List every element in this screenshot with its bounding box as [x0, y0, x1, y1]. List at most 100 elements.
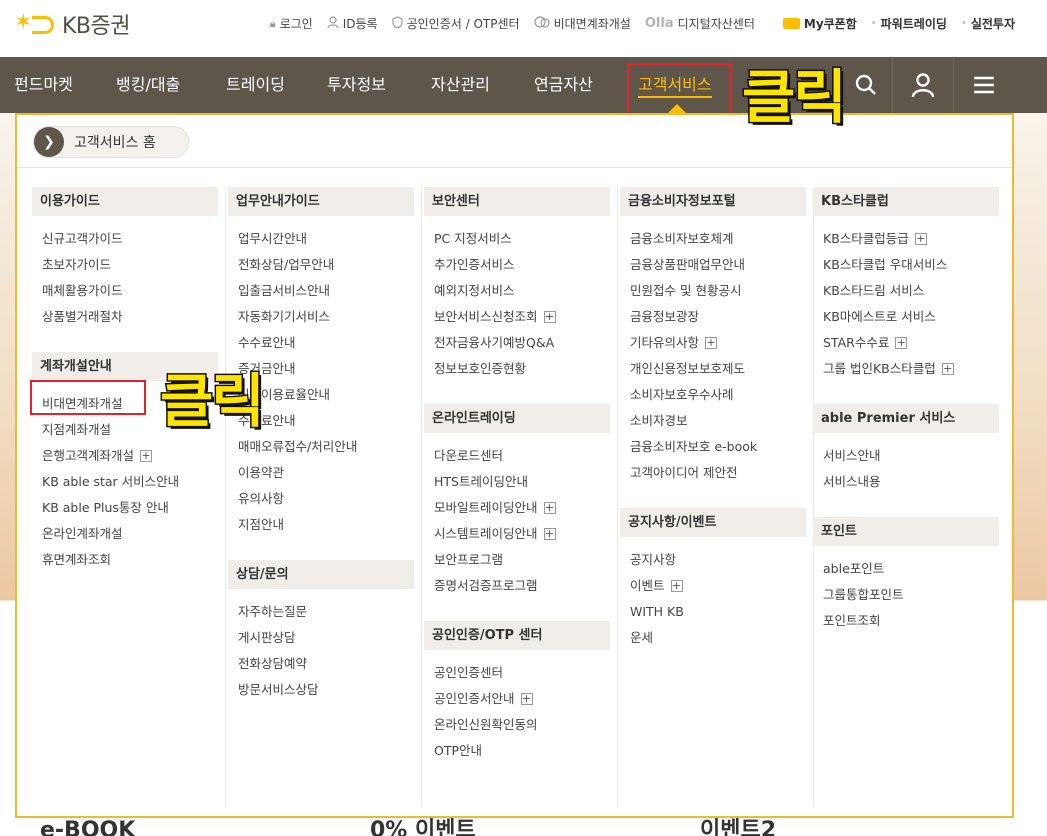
menu-item[interactable]: KB able star 서비스안내 [42, 469, 218, 495]
category-able-premier[interactable]: able Premier 서비스 [813, 404, 999, 433]
menu-item[interactable]: 금융소비자보호체계 [630, 226, 806, 252]
nav-banking-loan[interactable]: 뱅킹/대출 [116, 57, 180, 113]
menu-item[interactable]: 방문서비스상담 [238, 677, 414, 703]
category-online-trading[interactable]: 온라인트레이딩 [424, 404, 610, 433]
menu-item[interactable]: 전자금융사기예방Q&A [434, 330, 610, 356]
nav-asset-mgmt[interactable]: 자산관리 [431, 57, 490, 113]
menu-item[interactable]: 금융정보광장 [630, 304, 806, 330]
my-coupon-link[interactable]: My쿠폰함 [782, 15, 857, 32]
menu-item[interactable]: 그룹통합포인트 [823, 582, 999, 608]
kb-logo[interactable]: ✶ KB증권 [14, 9, 131, 40]
menu-item[interactable]: 자동화기기서비스 [238, 304, 414, 330]
menu-item[interactable]: 매체활용가이드 [42, 278, 218, 304]
menu-item[interactable]: 공지사항 [630, 547, 806, 573]
menu-item[interactable]: 포인트조회 [823, 608, 999, 634]
real-invest-link[interactable]: 실전투자 [971, 15, 1015, 32]
menu-item[interactable]: 게시판상담 [238, 625, 414, 651]
menu-item[interactable]: 민원접수 및 현황공시 [630, 278, 806, 304]
menu-item[interactable]: 금융소비자보호 e-book [630, 434, 806, 460]
my-page-button[interactable] [893, 57, 953, 113]
category-points[interactable]: 포인트 [813, 517, 999, 546]
category-notice-event[interactable]: 공지사항/이벤트 [620, 508, 806, 537]
menu-item[interactable]: 서비스안내 [823, 443, 999, 469]
menu-item[interactable]: 개인신용정보보호제도 [630, 356, 806, 382]
menu-item[interactable]: 수수료안내 [238, 330, 414, 356]
expand-plus-icon[interactable]: + [543, 311, 556, 323]
category-kb-star-club[interactable]: KB스타클럽 [813, 187, 999, 216]
category-cert-otp-center[interactable]: 공인인증/OTP 센터 [424, 621, 610, 650]
menu-item[interactable]: 상품별거래절차 [42, 304, 218, 330]
menu-item[interactable]: 입출금서비스안내 [238, 278, 414, 304]
expand-plus-icon[interactable]: + [705, 337, 718, 349]
menu-item[interactable]: 모바일트레이딩안내 + [434, 495, 610, 521]
category-business-guide[interactable]: 업무안내가이드 [228, 187, 414, 216]
nav-trading[interactable]: 트레이딩 [226, 57, 285, 113]
menu-item[interactable]: 기타유의사항 + [630, 330, 806, 356]
nav-fund-market[interactable]: 펀드마켓 [14, 57, 73, 113]
expand-plus-icon[interactable]: + [140, 450, 153, 462]
menu-item[interactable]: 은행고객계좌개설 + [42, 443, 218, 469]
cert-otp-link[interactable]: 공인인증서 / OTP센터 [391, 15, 520, 32]
menu-item[interactable]: HTS트레이딩안내 [434, 469, 610, 495]
expand-plus-icon[interactable]: + [520, 693, 533, 705]
menu-item[interactable]: KB스타드림 서비스 [823, 278, 999, 304]
menu-item[interactable]: 고객아이디어 제안전 [630, 460, 806, 486]
menu-item[interactable]: 그룹 법인KB스타클럽 + [823, 356, 999, 382]
search-button[interactable] [836, 57, 896, 113]
menu-item[interactable]: KB스타클럽등급 + [823, 226, 999, 252]
menu-item[interactable]: KB able Plus통장 안내 [42, 495, 218, 521]
menu-item[interactable]: 서비스내용 [823, 469, 999, 495]
expand-plus-icon[interactable]: + [914, 233, 927, 245]
menu-item[interactable]: 이용약관 [238, 460, 414, 486]
menu-item[interactable]: 보안서비스신청조회 + [434, 304, 610, 330]
banner-peek-3[interactable]: 이벤트2 [700, 818, 1010, 836]
customer-service-home-button[interactable]: ❯ 고객서비스 홈 [33, 126, 189, 158]
menu-item[interactable]: 매매오류접수/처리안내 [238, 434, 414, 460]
login-link[interactable]: 🔒︎ 로그인 [270, 15, 313, 32]
menu-item[interactable]: 온라인신원확인동의 [434, 712, 610, 738]
menu-item[interactable]: 공인인증센터 [434, 660, 610, 686]
category-consulting[interactable]: 상담/문의 [228, 560, 414, 589]
menu-item[interactable]: able포인트 [823, 556, 999, 582]
category-security-center[interactable]: 보안센터 [424, 187, 610, 216]
expand-plus-icon[interactable]: + [543, 528, 556, 540]
menu-item[interactable]: 시스템트레이딩안내 + [434, 521, 610, 547]
expand-plus-icon[interactable]: + [543, 502, 556, 514]
menu-item[interactable]: 추가인증서비스 [434, 252, 610, 278]
menu-item[interactable]: 휴면계좌조회 [42, 547, 218, 573]
id-register-link[interactable]: ID등록 [327, 15, 378, 32]
olla-digital-asset-link[interactable]: Olla 디지털자산센터 [645, 15, 755, 32]
banner-peek-2[interactable]: 0% 이벤트 [370, 818, 680, 836]
menu-item[interactable]: 소비자보호우수사례 [630, 382, 806, 408]
menu-item[interactable]: OTP안내 [434, 738, 610, 764]
menu-item[interactable]: 증명서검증프로그램 [434, 573, 610, 599]
expand-plus-icon[interactable]: + [895, 337, 908, 349]
category-consumer-portal[interactable]: 금융소비자정보포털 [620, 187, 806, 216]
nav-invest-info[interactable]: 투자정보 [327, 57, 386, 113]
menu-item[interactable]: KB마에스트로 서비스 [823, 304, 999, 330]
menu-item[interactable]: 전화상담/업무안내 [238, 252, 414, 278]
menu-button[interactable] [954, 57, 1014, 113]
menu-item[interactable]: 신규고객가이드 [42, 226, 218, 252]
menu-item[interactable]: 온라인계좌개설 [42, 521, 218, 547]
menu-item[interactable]: 증거금안내 [238, 356, 414, 382]
expand-plus-icon[interactable]: + [941, 363, 954, 375]
menu-item[interactable]: 업무시간안내 [238, 226, 414, 252]
menu-item[interactable]: 보안프로그램 [434, 547, 610, 573]
menu-item[interactable]: 공인인증서안내 + [434, 686, 610, 712]
menu-item[interactable]: 소비자경보 [630, 408, 806, 434]
menu-item[interactable]: KB스타클럽 우대서비스 [823, 252, 999, 278]
menu-item[interactable]: 신용이용료율안내 [238, 382, 414, 408]
expand-plus-icon[interactable]: + [670, 580, 683, 592]
menu-item[interactable]: 금융상품판매업무안내 [630, 252, 806, 278]
menu-item[interactable]: 다운로드센터 [434, 443, 610, 469]
nonface-account-link[interactable]: 비대면계좌개설 [533, 15, 631, 32]
nav-pension[interactable]: 연금자산 [534, 57, 593, 113]
category-usage-guide[interactable]: 이용가이드 [32, 187, 218, 216]
menu-item[interactable]: 전화상담예약 [238, 651, 414, 677]
menu-item[interactable]: 수수료안내 [238, 408, 414, 434]
menu-item[interactable]: 운세 [630, 625, 806, 651]
menu-item[interactable]: 정보보호인증현황 [434, 356, 610, 382]
banner-peek-1[interactable]: e-BOOK [40, 818, 348, 836]
menu-item[interactable]: 지점안내 [238, 512, 414, 538]
